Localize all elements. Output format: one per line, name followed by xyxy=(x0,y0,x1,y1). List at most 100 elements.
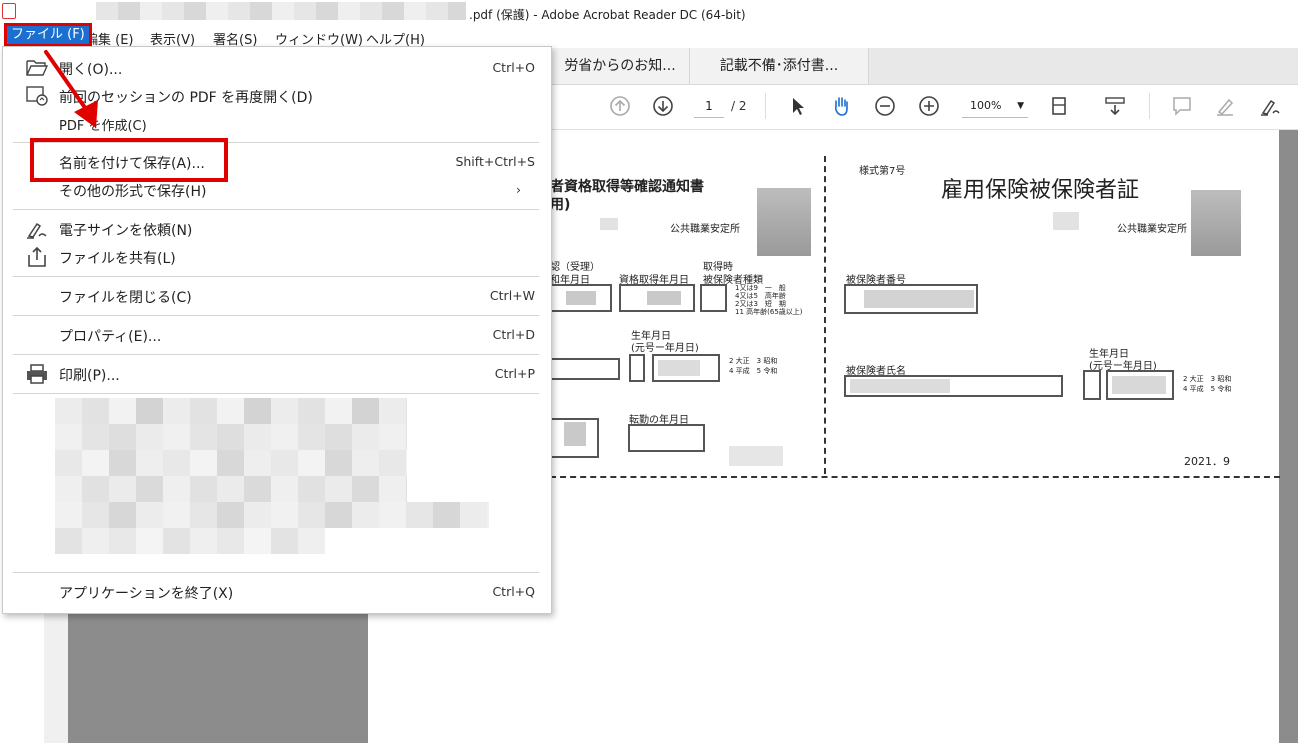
right-field-era xyxy=(1083,370,1101,400)
left-form-subtitle: 用) xyxy=(550,197,571,213)
left-field-1 xyxy=(550,284,612,312)
tab-document-1[interactable]: 労省からのお知... xyxy=(551,48,690,84)
menu-separator xyxy=(13,354,539,355)
menu-item-label: 電子サインを依頼(N) xyxy=(59,223,193,239)
redacted-block xyxy=(600,218,618,230)
right-field-insured-number xyxy=(844,284,978,314)
toolbar: 1 / 2 100% ▼ xyxy=(551,85,1298,130)
right-era-options: 2 大正 3 昭和 4 平成 5 令和 xyxy=(1183,375,1232,393)
document-tab-bar: 労省からのお知... 記載不備･添付書... xyxy=(551,48,1298,85)
menu-bar: 編集 (E) 表示(V) 署名(S) ウィンドウ(W) ヘルプ(H) xyxy=(0,26,1298,48)
menu-item-print[interactable]: 印刷(P)... Ctrl+P xyxy=(3,361,551,387)
menu-item-close-file[interactable]: ファイルを閉じる(C) Ctrl+W xyxy=(3,283,551,309)
menu-item-shortcut: Ctrl+O xyxy=(492,60,535,75)
left-nav-pane xyxy=(44,612,69,743)
menu-item-exit-application[interactable]: アプリケーションを終了(X) Ctrl+Q xyxy=(3,579,551,605)
document-background-right xyxy=(1279,130,1298,743)
menu-item-label: その他の形式で保存(H) xyxy=(59,184,207,200)
recent-file-item[interactable] xyxy=(55,502,489,528)
redacted-value xyxy=(647,291,681,305)
page-total: / 2 xyxy=(731,99,747,113)
chevron-down-icon: ▼ xyxy=(1017,101,1024,111)
menu-item-shortcut: Shift+Ctrl+S xyxy=(455,154,535,169)
document-background-left xyxy=(68,612,368,743)
fit-page-icon[interactable] xyxy=(1049,95,1071,117)
left-birth-sub: (元号ー年月日) xyxy=(631,343,699,354)
redacted-value xyxy=(566,291,596,305)
right-form-office: 公共職業安定所 xyxy=(1117,224,1187,235)
menu-separator xyxy=(13,315,539,316)
recent-file-item[interactable] xyxy=(55,424,407,450)
printer-icon xyxy=(27,364,47,384)
menu-item-shortcut: Ctrl+W xyxy=(489,288,535,303)
menu-item-label: ファイルを閉じる(C) xyxy=(59,290,192,306)
recent-file-item[interactable] xyxy=(55,476,407,502)
scroll-mode-icon[interactable] xyxy=(1104,95,1126,117)
menu-separator xyxy=(13,276,539,277)
menu-item-properties[interactable]: プロパティ(E)... Ctrl+D xyxy=(3,322,551,348)
left-form-title: 者資格取得等確認通知書 xyxy=(550,179,704,195)
hand-tool-icon[interactable] xyxy=(830,95,852,117)
left-era-options: 2 大正 3 昭和 4 平成 5 令和 xyxy=(729,357,778,375)
next-page-icon[interactable] xyxy=(652,95,674,117)
zoom-select[interactable]: 100% ▼ xyxy=(962,95,1028,118)
highlight-pen-icon[interactable] xyxy=(1214,95,1236,117)
menu-item-shortcut: Ctrl+P xyxy=(494,366,535,381)
submenu-arrow-icon: › xyxy=(516,182,521,197)
acrobat-app-icon xyxy=(2,3,16,19)
left-field-name xyxy=(550,358,620,380)
menu-item-shortcut: Ctrl+Q xyxy=(492,584,535,599)
menu-item-shortcut: Ctrl+D xyxy=(492,327,535,342)
left-field-2 xyxy=(619,284,695,312)
annotation-arrow-icon xyxy=(44,50,98,128)
menu-item-label: プロパティ(E)... xyxy=(59,329,162,345)
menu-item-label: ファイルを共有(L) xyxy=(59,251,176,267)
window-title: .pdf (保護) - Adobe Acrobat Reader DC (64-… xyxy=(469,8,746,22)
menu-item-share-file[interactable]: ファイルを共有(L) xyxy=(3,244,551,270)
menu-separator xyxy=(13,209,539,210)
tab-document-2[interactable]: 記載不備･添付書... xyxy=(690,48,869,84)
zoom-value: 100% xyxy=(970,99,1002,112)
zoom-out-icon[interactable] xyxy=(874,95,896,117)
left-field-4 xyxy=(550,418,599,458)
fill-sign-icon[interactable] xyxy=(1259,95,1281,117)
select-arrow-icon[interactable] xyxy=(787,95,809,117)
previous-page-icon[interactable] xyxy=(609,95,631,117)
comment-icon[interactable] xyxy=(1171,95,1193,117)
request-signature-icon xyxy=(27,222,47,239)
recent-file-item[interactable] xyxy=(55,398,407,424)
redacted-stamp xyxy=(1191,190,1241,256)
title-redacted xyxy=(96,2,466,20)
menu-separator xyxy=(13,393,539,394)
redacted-block xyxy=(1053,212,1079,230)
menu-item-label: アプリケーションを終了(X) xyxy=(59,586,234,602)
redacted-value xyxy=(564,422,586,446)
left-form-office: 公共職業安定所 xyxy=(670,224,740,235)
left-field-transfer xyxy=(628,424,705,452)
cut-line-horizontal xyxy=(550,476,1280,478)
left-field-era xyxy=(629,354,645,382)
cut-line-vertical xyxy=(824,156,826,474)
redacted-block xyxy=(729,446,783,466)
right-field-insured-name xyxy=(844,375,1063,397)
zoom-in-icon[interactable] xyxy=(918,95,940,117)
menu-item-request-signature[interactable]: 電子サインを依頼(N) xyxy=(3,216,551,242)
page-number-input[interactable]: 1 xyxy=(694,95,724,118)
menu-separator xyxy=(13,572,539,573)
menu-file[interactable]: ファイル (F) xyxy=(4,23,92,47)
toolbar-divider xyxy=(765,93,766,119)
share-icon xyxy=(28,246,46,267)
right-field-birth xyxy=(1106,370,1174,400)
recent-file-item[interactable] xyxy=(55,528,325,554)
left-field-3 xyxy=(700,284,727,312)
toolbar-divider xyxy=(1149,93,1150,119)
tab-empty-area xyxy=(869,48,1298,84)
redacted-value xyxy=(850,379,950,393)
annotation-highlight-box xyxy=(30,138,228,182)
form-number: 様式第7号 xyxy=(859,166,906,177)
redacted-stamp xyxy=(757,188,811,256)
right-form-date: 2021．9 xyxy=(1184,455,1230,468)
redacted-value xyxy=(658,360,700,376)
recent-file-item[interactable] xyxy=(55,450,407,476)
left-field-birth xyxy=(652,354,720,382)
